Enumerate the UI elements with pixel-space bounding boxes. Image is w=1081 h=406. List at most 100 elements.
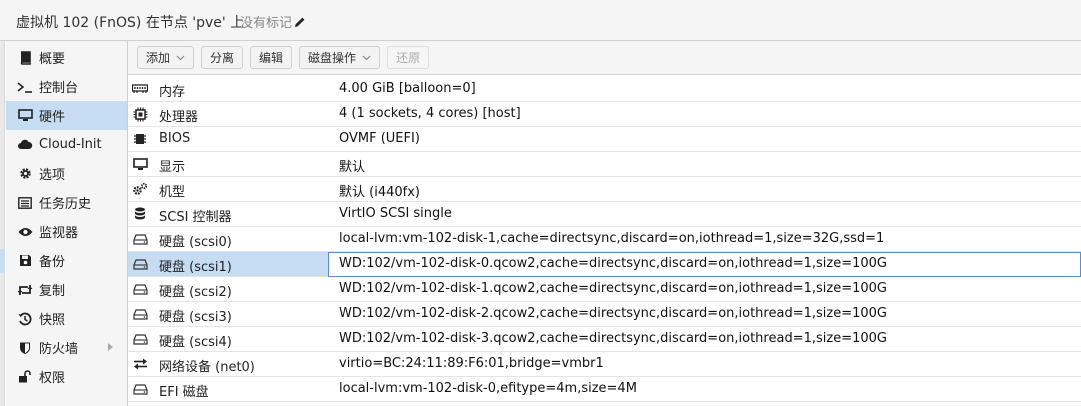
sidebar-item-cloud-init[interactable]: Cloud-Init <box>6 130 127 159</box>
chevron-down-icon <box>176 55 185 60</box>
table-row[interactable]: 硬盘 (scsi2) WD:102/vm-102-disk-1.qcow2,ca… <box>128 277 1081 302</box>
memory-icon <box>132 81 148 97</box>
sidebar-item-label: 控制台 <box>39 81 79 96</box>
row-name: 硬盘 (scsi3) <box>159 310 232 325</box>
table-row[interactable]: BIOS OVMF (UEFI) <box>128 127 1081 152</box>
hdd-icon <box>132 381 148 397</box>
sidebar: 概要 控制台 硬件 Cloud-Init 选项 任务历史 监视器 备份 复制 快… <box>6 41 128 406</box>
add-button[interactable]: 添加 <box>137 46 195 69</box>
sidebar-item-replication[interactable]: 复制 <box>6 275 127 304</box>
monitor-icon <box>16 108 34 124</box>
exchange-icon <box>132 356 148 372</box>
tags-label: 没有标记 <box>240 16 293 31</box>
row-name: 显示 <box>159 160 186 175</box>
row-value: OVMF (UEFI) <box>339 131 420 146</box>
toolbar: 添加 分离 编辑 磁盘操作 还原 <box>128 41 1081 75</box>
sidebar-item-task-history[interactable]: 任务历史 <box>6 188 127 217</box>
row-name: 硬盘 (scsi0) <box>159 235 232 250</box>
row-name: EFI 磁盘 <box>159 385 209 400</box>
row-value: local-lvm:vm-102-disk-1,cache=directsync… <box>339 231 885 246</box>
row-name: 硬盘 (scsi4) <box>159 335 232 350</box>
shield-icon <box>16 340 34 356</box>
add-button-label: 添加 <box>146 51 171 65</box>
chevron-down-icon <box>362 55 371 60</box>
expand-arrow-icon[interactable] <box>108 343 113 351</box>
sidebar-item-monitor[interactable]: 监视器 <box>6 217 127 246</box>
sidebar-item-label: 防火墙 <box>39 342 79 357</box>
retweet-icon <box>16 282 34 298</box>
sidebar-item-label: 快照 <box>39 313 66 328</box>
sidebar-item-console[interactable]: 控制台 <box>6 72 127 101</box>
table-row[interactable]: 硬盘 (scsi3) WD:102/vm-102-disk-2.qcow2,ca… <box>128 302 1081 327</box>
sidebar-item-snapshots[interactable]: 快照 <box>6 304 127 333</box>
sidebar-item-backup[interactable]: 备份 <box>6 246 127 275</box>
sidebar-item-label: 选项 <box>39 168 66 183</box>
gear-icon <box>16 166 34 182</box>
book-icon <box>16 50 34 66</box>
row-name: 内存 <box>159 85 186 100</box>
sidebar-item-label: 备份 <box>39 255 66 270</box>
sidebar-item-label: 硬件 <box>39 110 66 125</box>
hdd-icon <box>132 306 148 322</box>
cpu-icon <box>132 106 148 122</box>
disk-action-button[interactable]: 磁盘操作 <box>299 46 381 69</box>
sidebar-item-permissions[interactable]: 权限 <box>6 362 127 391</box>
revert-button[interactable]: 还原 <box>387 46 430 69</box>
hardware-table: 内存 4.00 GiB [balloon=0] 处理器 4 (1 sockets… <box>128 77 1081 402</box>
row-name: 机型 <box>159 185 186 200</box>
hdd-icon <box>132 231 148 247</box>
table-row[interactable]: 内存 4.00 GiB [balloon=0] <box>128 77 1081 102</box>
row-value: WD:102/vm-102-disk-0.qcow2,cache=directs… <box>339 256 887 271</box>
table-row[interactable]: 机型 默认 (i440fx) <box>128 177 1081 202</box>
sidebar-item-hardware[interactable]: 硬件 <box>6 101 127 130</box>
row-value: WD:102/vm-102-disk-3.qcow2,cache=directs… <box>339 331 887 346</box>
row-value: 默认 (i440fx) <box>339 185 420 200</box>
title-bar: 虚拟机 102 (FnOS) 在节点 'pve' 上 没有标记 <box>0 0 1081 41</box>
row-value: 4.00 GiB [balloon=0] <box>339 81 476 96</box>
tags-editor[interactable]: 没有标记 <box>240 12 306 31</box>
hdd-icon <box>132 281 148 297</box>
sidebar-item-label: 监视器 <box>39 226 79 241</box>
detach-button-label: 分离 <box>210 51 235 65</box>
page-title: 虚拟机 102 (FnOS) 在节点 'pve' 上 <box>16 15 245 31</box>
row-name: 处理器 <box>159 110 199 125</box>
table-row[interactable]: 硬盘 (scsi0) local-lvm:vm-102-disk-1,cache… <box>128 227 1081 252</box>
row-name: BIOS <box>159 131 191 146</box>
table-row[interactable]: 处理器 4 (1 sockets, 4 cores) [host] <box>128 102 1081 127</box>
hardware-panel: 添加 分离 编辑 磁盘操作 还原 内存 4.00 GiB [balloon=0]… <box>128 41 1081 406</box>
row-value: 默认 <box>339 160 366 175</box>
sidebar-item-label: 任务历史 <box>39 197 92 212</box>
row-value: WD:102/vm-102-disk-2.qcow2,cache=directs… <box>339 306 887 321</box>
table-row[interactable]: 网络设备 (net0) virtio=BC:24:11:89:F6:01,bri… <box>128 352 1081 377</box>
cloud-icon <box>16 137 34 153</box>
tree-selection-marker <box>0 249 5 273</box>
row-value: local-lvm:vm-102-disk-0,efitype=4m,size=… <box>339 381 637 396</box>
disk-action-button-label: 磁盘操作 <box>308 51 357 65</box>
sidebar-item-label: 复制 <box>39 284 66 299</box>
edit-button-label: 编辑 <box>259 51 284 65</box>
sidebar-item-options[interactable]: 选项 <box>6 159 127 188</box>
unlock-icon <box>16 369 34 385</box>
floppy-icon <box>16 253 34 269</box>
revert-button-label: 还原 <box>396 51 421 65</box>
table-row[interactable]: SCSI 控制器 VirtIO SCSI single <box>128 202 1081 227</box>
table-row[interactable]: 显示 默认 <box>128 152 1081 177</box>
sidebar-item-label: 概要 <box>39 52 66 67</box>
table-row[interactable]: EFI 磁盘 local-lvm:vm-102-disk-0,efitype=4… <box>128 377 1081 402</box>
table-row-selected[interactable]: 硬盘 (scsi1) WD:102/vm-102-disk-0.qcow2,ca… <box>128 252 1081 277</box>
resource-tree-edge <box>0 41 5 406</box>
table-row[interactable]: 硬盘 (scsi4) WD:102/vm-102-disk-3.qcow2,ca… <box>128 327 1081 352</box>
row-value: VirtIO SCSI single <box>339 206 452 221</box>
sidebar-item-firewall[interactable]: 防火墙 <box>6 333 127 362</box>
row-name: 网络设备 (net0) <box>159 360 255 375</box>
hdd-icon <box>132 331 148 347</box>
row-value: WD:102/vm-102-disk-1.qcow2,cache=directs… <box>339 281 887 296</box>
cogs-icon <box>132 181 148 197</box>
pencil-icon[interactable] <box>294 16 306 28</box>
display-icon <box>132 156 148 172</box>
sidebar-item-summary[interactable]: 概要 <box>6 43 127 72</box>
sidebar-item-label: Cloud-Init <box>39 137 102 152</box>
edit-button[interactable]: 编辑 <box>250 46 293 69</box>
sidebar-item-label: 权限 <box>39 371 66 386</box>
detach-button[interactable]: 分离 <box>201 46 244 69</box>
